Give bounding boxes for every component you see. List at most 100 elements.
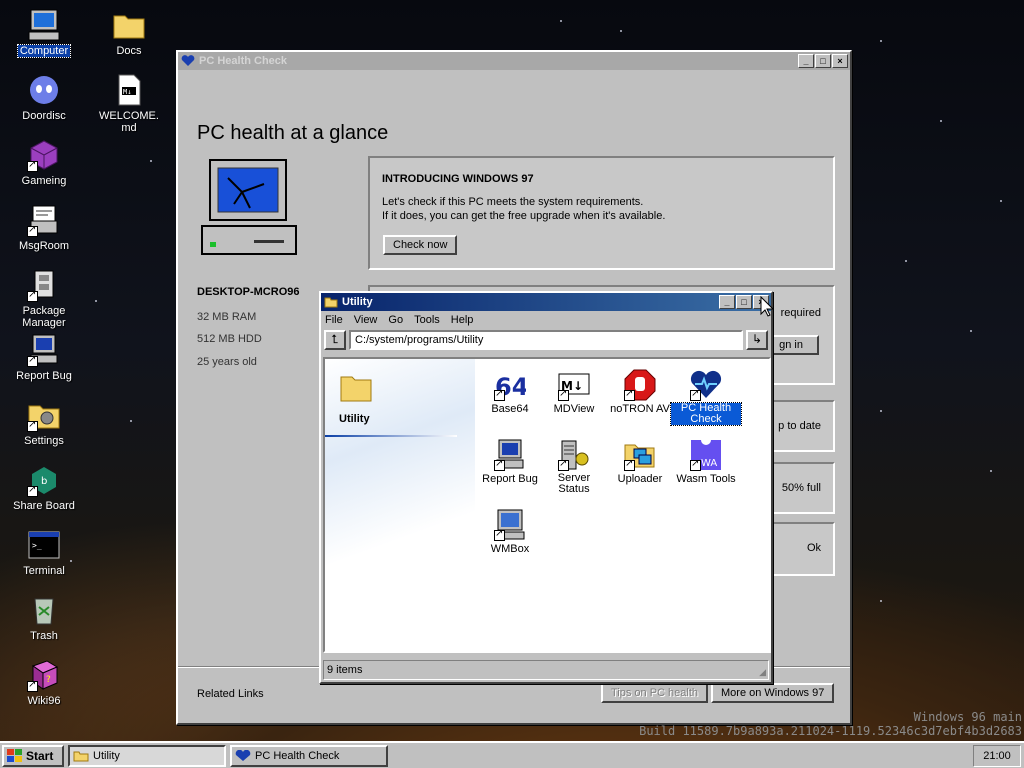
intro-title: INTRODUCING WINDOWS 97 (382, 173, 534, 185)
menu-tools[interactable]: Tools (414, 314, 440, 326)
maximize-button[interactable]: □ (815, 54, 831, 68)
svg-text:M↓: M↓ (123, 88, 131, 96)
minimize-button[interactable]: _ (798, 54, 814, 68)
desktop-icon-gameing[interactable]: Gameing (6, 138, 82, 187)
minimize-button[interactable]: _ (719, 295, 735, 309)
desktop-icon-doordisc[interactable]: Doordisc (6, 73, 82, 122)
pc-health-titlebar[interactable]: PC Health Check _ □ × (178, 52, 850, 70)
mouse-cursor-icon (760, 296, 774, 317)
computer-icon (27, 8, 61, 42)
svg-text:?: ? (46, 675, 51, 685)
page-title: PC health at a glance (197, 122, 389, 144)
spec-hdd: 512 MB HDD (197, 333, 262, 345)
file-uploader[interactable]: Uploader (605, 439, 675, 485)
uploader-icon (624, 439, 656, 471)
file-mdview[interactable]: M↓ MDView (539, 369, 609, 415)
intro-line-2: If it does, you can get the free upgrade… (382, 210, 666, 222)
more-windows-button[interactable]: More on Windows 97 (711, 683, 835, 703)
file-wmbox[interactable]: WMBox (475, 509, 545, 555)
intro-line-1: Let's check if this PC meets the system … (382, 196, 644, 208)
pc-health-title: PC Health Check (199, 55, 288, 67)
requirements-text: required (780, 307, 821, 319)
doordisc-icon (27, 73, 61, 107)
maximize-button[interactable]: □ (736, 295, 752, 309)
file-pc-health-check[interactable]: PC Health Check (670, 369, 742, 426)
desktop-icon-settings[interactable]: Settings (6, 398, 82, 447)
wiki-book-icon: ? (27, 658, 61, 692)
task-utility[interactable]: Utility (68, 744, 226, 767)
base64-icon: 64 (494, 369, 528, 401)
status-ok: Ok (806, 542, 821, 554)
svg-text:WA: WA (701, 458, 717, 469)
report-bug-icon (27, 333, 61, 367)
report-bug-icon (494, 439, 526, 471)
start-button[interactable]: Start (2, 744, 64, 767)
mdview-icon: M↓ (558, 369, 590, 401)
close-button[interactable]: × (832, 54, 848, 68)
wmbox-icon (494, 509, 526, 541)
terminal-icon: >_ (27, 528, 61, 562)
up-arrow-icon[interactable]: ⮤ (324, 330, 346, 350)
pc-health-icon (690, 369, 722, 401)
desktop-icon-welcome[interactable]: M↓ WELCOME.md (91, 73, 167, 134)
desktop-icon-terminal[interactable]: >_ Terminal (6, 528, 82, 577)
side-panel-rule (325, 435, 457, 437)
folder-icon (112, 8, 146, 42)
utility-title: Utility (342, 296, 373, 308)
item-count: 9 items (327, 664, 363, 676)
file-report-bug[interactable]: Report Bug (475, 439, 545, 485)
heart-icon (181, 55, 195, 66)
related-links-label: Related Links (197, 688, 264, 700)
package-icon (27, 268, 61, 302)
trash-icon (27, 593, 61, 627)
markdown-file-icon: M↓ (112, 73, 146, 107)
status-bar: 9 items ◢ (323, 660, 769, 680)
svg-text:b: b (41, 476, 47, 487)
desktop-icon-wiki96[interactable]: ? Wiki96 (6, 658, 82, 707)
update-status: p to date (778, 420, 821, 432)
taskbar: Start Utility PC Health Check 21:00 (0, 741, 1024, 768)
heart-icon (235, 749, 251, 761)
menu-bar: File View Go Tools Help (321, 311, 771, 326)
pc-monitor-icon (201, 159, 297, 255)
resize-grip-icon[interactable]: ◢ (759, 667, 766, 678)
folder-icon (340, 376, 372, 402)
device-name: DESKTOP-MCRO96 (197, 286, 300, 298)
file-wasm-tools[interactable]: WA Wasm Tools (671, 439, 741, 485)
file-view[interactable]: Utility 64 Base64 M↓ MDView noTRON AV PC… (323, 357, 771, 653)
menu-go[interactable]: Go (388, 314, 403, 326)
file-server-status[interactable]: Server Status (539, 439, 609, 495)
file-base64[interactable]: 64 Base64 (475, 369, 545, 415)
folder-icon (324, 297, 338, 308)
address-input[interactable]: C:/system/programs/Utility (349, 330, 743, 350)
clock[interactable]: 21:00 (973, 745, 1021, 767)
check-now-button[interactable]: Check now (383, 235, 458, 255)
intro-card: INTRODUCING WINDOWS 97 Let's check if th… (368, 156, 835, 270)
msgroom-icon (27, 203, 61, 237)
desktop-icon-share-board[interactable]: b Share Board (6, 463, 82, 512)
desktop-icon-docs[interactable]: Docs (91, 8, 167, 57)
desktop-icon-package-manager[interactable]: Package Manager (6, 268, 82, 329)
server-status-icon (558, 439, 590, 471)
menu-view[interactable]: View (354, 314, 378, 326)
go-arrow-icon[interactable]: ↳ (746, 330, 768, 350)
share-board-icon: b (27, 463, 61, 497)
menu-file[interactable]: File (325, 314, 343, 326)
desktop-icon-report-bug[interactable]: Report Bug (6, 333, 82, 382)
desktop-icon-computer[interactable]: Computer (6, 8, 82, 58)
utility-window[interactable]: Utility _ □ × File View Go Tools Help ⮤ … (319, 291, 773, 684)
task-pc-health-check[interactable]: PC Health Check (230, 744, 388, 767)
storage-status: 50% full (781, 482, 821, 494)
start-logo-icon (7, 748, 22, 762)
notron-av-icon (624, 369, 656, 401)
file-notron-av[interactable]: noTRON AV (605, 369, 675, 415)
menu-help[interactable]: Help (451, 314, 474, 326)
tips-button[interactable]: Tips on PC health (601, 683, 709, 703)
spec-age: 25 years old (197, 356, 257, 368)
desktop-icon-trash[interactable]: Trash (6, 593, 82, 642)
desktop-icon-msgroom[interactable]: MsgRoom (6, 203, 82, 252)
utility-titlebar[interactable]: Utility _ □ × (321, 293, 771, 311)
side-panel-folder-name: Utility (339, 413, 370, 425)
build-watermark: Windows 96 main Build 11589.7b9a893a.211… (639, 710, 1022, 738)
side-panel: Utility (325, 359, 475, 651)
